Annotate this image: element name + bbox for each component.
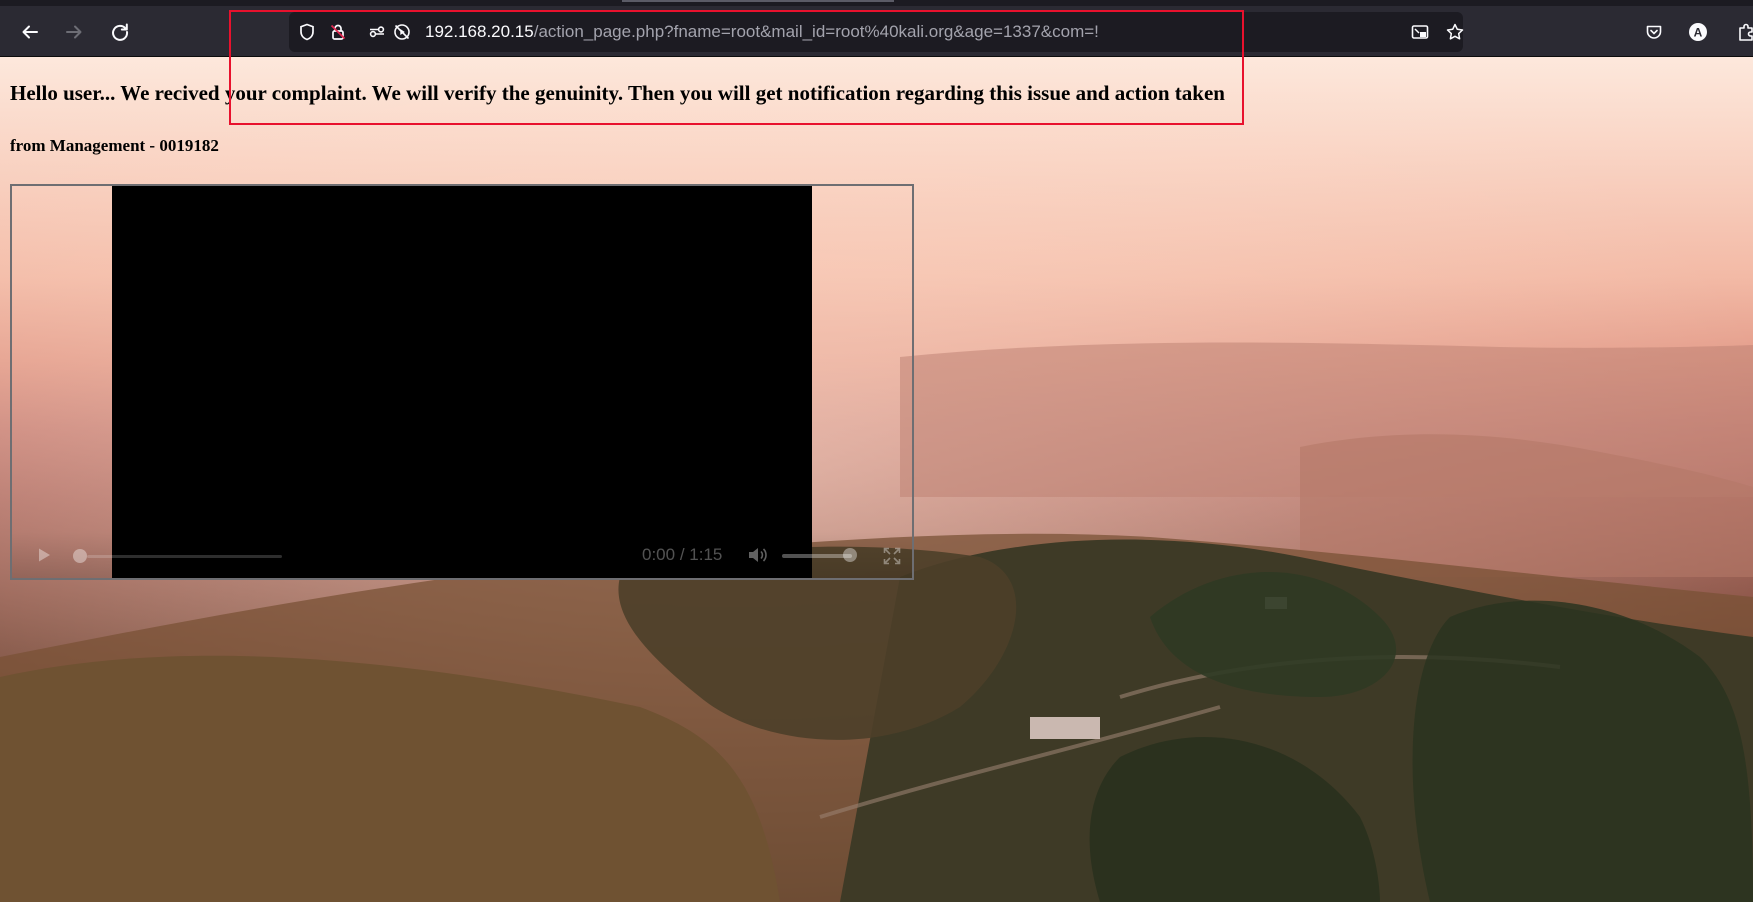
account-button[interactable]: A bbox=[1682, 16, 1714, 48]
forward-arrow-icon bbox=[66, 25, 82, 39]
extensions-button[interactable] bbox=[1730, 16, 1753, 48]
reload-button[interactable] bbox=[104, 16, 136, 48]
back-button[interactable] bbox=[14, 16, 46, 48]
url-host: 192.168.20.15 bbox=[425, 22, 534, 41]
page-content: Hello user... We recived your complaint.… bbox=[0, 57, 1753, 902]
volume-slider[interactable] bbox=[782, 554, 852, 558]
page-subheading: from Management - 0019182 bbox=[10, 136, 219, 155]
account-initial: A bbox=[1694, 25, 1703, 39]
autoplay-blocked-icon[interactable] bbox=[392, 22, 412, 42]
extensions-puzzle-icon bbox=[1739, 23, 1753, 41]
video-controls: 0:00 / 1:15 bbox=[12, 532, 912, 578]
forward-button[interactable] bbox=[58, 16, 90, 48]
bookmark-star-icon[interactable] bbox=[1445, 22, 1465, 42]
fullscreen-icon[interactable] bbox=[882, 546, 902, 566]
video-viewport[interactable] bbox=[112, 186, 812, 578]
time-total: 1:15 bbox=[689, 545, 723, 564]
url-text[interactable]: 192.168.20.15/action_page.php?fname=root… bbox=[425, 22, 1099, 42]
insecure-lock-icon[interactable] bbox=[328, 22, 348, 42]
active-tab-indicator bbox=[622, 0, 894, 2]
time-current: 0:00 bbox=[642, 545, 676, 564]
video-time: 0:00 / 1:15 bbox=[642, 545, 722, 565]
url-bar[interactable]: 192.168.20.15/action_page.php?fname=root… bbox=[289, 12, 1465, 52]
play-icon[interactable] bbox=[34, 545, 54, 565]
pocket-icon bbox=[1646, 25, 1662, 39]
picture-in-picture-icon[interactable] bbox=[1410, 22, 1430, 42]
back-arrow-icon bbox=[22, 25, 38, 39]
pocket-button[interactable] bbox=[1638, 16, 1670, 48]
volume-icon[interactable] bbox=[747, 545, 769, 565]
page-heading: Hello user... We recived your complaint.… bbox=[10, 81, 1225, 105]
reload-icon bbox=[112, 23, 129, 41]
tracking-protection-shield-icon[interactable] bbox=[297, 22, 317, 42]
url-path: /action_page.php?fname=root&mail_id=root… bbox=[533, 22, 1099, 41]
browser-toolbar: 192.168.20.15/action_page.php?fname=root… bbox=[0, 0, 1753, 57]
time-separator: / bbox=[675, 545, 690, 564]
permissions-icon[interactable] bbox=[367, 22, 387, 42]
seek-bar-thumb[interactable] bbox=[73, 549, 87, 563]
seek-bar[interactable] bbox=[87, 555, 282, 558]
volume-slider-thumb[interactable] bbox=[843, 548, 857, 562]
account-avatar-icon: A bbox=[1689, 23, 1707, 41]
video-player[interactable]: 0:00 / 1:15 bbox=[10, 184, 914, 580]
